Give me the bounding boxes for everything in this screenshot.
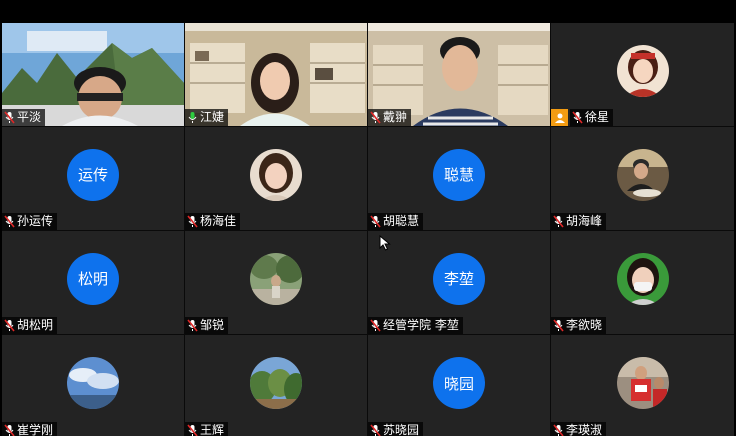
participant-tile[interactable]: 李堃 经管学院 李堃 <box>368 231 550 334</box>
participant-name: 胡海峰 <box>566 214 603 228</box>
profile-photo <box>616 148 669 201</box>
participant-name-tag: 李欲晓 <box>551 317 607 334</box>
mic-muted-icon <box>370 424 381 436</box>
participant-name: 李瑛淑 <box>566 423 603 436</box>
profile-photo <box>67 357 119 409</box>
profile-photo <box>250 148 302 201</box>
mic-on-icon <box>187 111 198 124</box>
initials-avatar: 松明 <box>67 252 119 305</box>
participant-tile[interactable]: 王辉 <box>185 335 367 436</box>
participant-name: 孙运传 <box>17 214 54 228</box>
participant-name-tag: 胡聪慧 <box>368 213 424 230</box>
mic-muted-icon <box>4 215 15 228</box>
participant-name-tag: 经管学院 李堃 <box>368 317 463 334</box>
mic-muted-icon <box>370 111 381 124</box>
participant-tile[interactable]: 邹锐 <box>185 231 367 334</box>
participant-tile[interactable]: 聪慧 胡聪慧 <box>368 127 550 230</box>
top-toolbar <box>0 0 736 23</box>
mic-muted-icon <box>572 111 583 124</box>
participant-tile[interactable]: 崔学刚 <box>2 335 184 436</box>
participant-tile[interactable]: 晓园 苏晓园 <box>368 335 550 436</box>
mic-muted-icon <box>370 215 381 228</box>
participant-tile[interactable]: 松明 胡松明 <box>2 231 184 334</box>
mic-muted-icon <box>553 215 564 228</box>
participant-name: 平淡 <box>17 110 42 124</box>
participant-name-tag: 胡松明 <box>2 317 58 334</box>
mic-muted-icon <box>553 319 564 332</box>
participant-name: 胡聪慧 <box>383 214 420 228</box>
profile-photo <box>250 252 302 305</box>
mic-muted-icon <box>4 424 15 436</box>
participant-tile[interactable]: 运传 孙运传 <box>2 127 184 230</box>
participant-name: 崔学刚 <box>17 423 54 436</box>
gallery-view: 平淡 江婕 戴翀 徐星 运传 孙运传 杨海佳 聪慧 胡聪慧 胡海峰 松明 胡松明… <box>2 23 734 436</box>
profile-photo <box>616 44 669 97</box>
participant-name-tag: 平淡 <box>2 109 46 126</box>
participant-name-tag: 苏晓园 <box>368 422 424 436</box>
participant-tile[interactable]: 李瑛淑 <box>551 335 734 436</box>
participant-name-tag: 杨海佳 <box>185 213 241 230</box>
participant-name-tag: 李瑛淑 <box>551 422 607 436</box>
profile-photo <box>250 357 302 409</box>
participant-name: 江婕 <box>200 110 225 124</box>
participant-name-tag: 崔学刚 <box>2 422 58 436</box>
participant-name: 王辉 <box>200 423 225 436</box>
initials-avatar: 聪慧 <box>433 148 485 201</box>
mouse-pointer-icon <box>379 235 391 251</box>
participant-tile-active-speaker[interactable]: 江婕 <box>185 23 367 126</box>
participant-name: 戴翀 <box>383 110 408 124</box>
participant-tile[interactable]: 平淡 <box>2 23 184 126</box>
mic-muted-icon <box>187 424 198 436</box>
profile-photo <box>616 357 669 409</box>
participant-tile[interactable]: 李欲晓 <box>551 231 734 334</box>
participant-tile[interactable]: 徐星 <box>551 23 734 126</box>
participant-name: 苏晓园 <box>383 423 420 436</box>
participant-name: 邹锐 <box>200 318 225 332</box>
participant-name: 李欲晓 <box>566 318 603 332</box>
mic-muted-icon <box>187 319 198 332</box>
participant-name: 经管学院 李堃 <box>383 318 459 332</box>
mic-muted-icon <box>553 424 564 436</box>
participant-tile[interactable]: 杨海佳 <box>185 127 367 230</box>
mic-muted-icon <box>4 319 15 332</box>
initials-avatar: 运传 <box>67 148 119 201</box>
mic-muted-icon <box>4 111 15 124</box>
profile-photo <box>616 252 669 305</box>
participant-name-tag: 江婕 <box>185 109 229 126</box>
participant-name-tag: 孙运传 <box>2 213 58 230</box>
participant-name: 杨海佳 <box>200 214 237 228</box>
participant-name-tag: 胡海峰 <box>551 213 607 230</box>
participant-name: 胡松明 <box>17 318 54 332</box>
mic-muted-icon <box>370 319 381 332</box>
participant-name-tag: 戴翀 <box>368 109 412 126</box>
host-user-icon <box>551 109 568 126</box>
mic-muted-icon <box>187 215 198 228</box>
initials-avatar: 李堃 <box>433 252 485 305</box>
participant-name: 徐星 <box>585 110 610 124</box>
participant-name-tag: 邹锐 <box>185 317 229 334</box>
participant-name-tag: 王辉 <box>185 422 229 436</box>
participant-tile[interactable]: 胡海峰 <box>551 127 734 230</box>
initials-avatar: 晓园 <box>433 357 485 409</box>
participant-name-tag: 徐星 <box>570 109 614 126</box>
participant-tile[interactable]: 戴翀 <box>368 23 550 126</box>
